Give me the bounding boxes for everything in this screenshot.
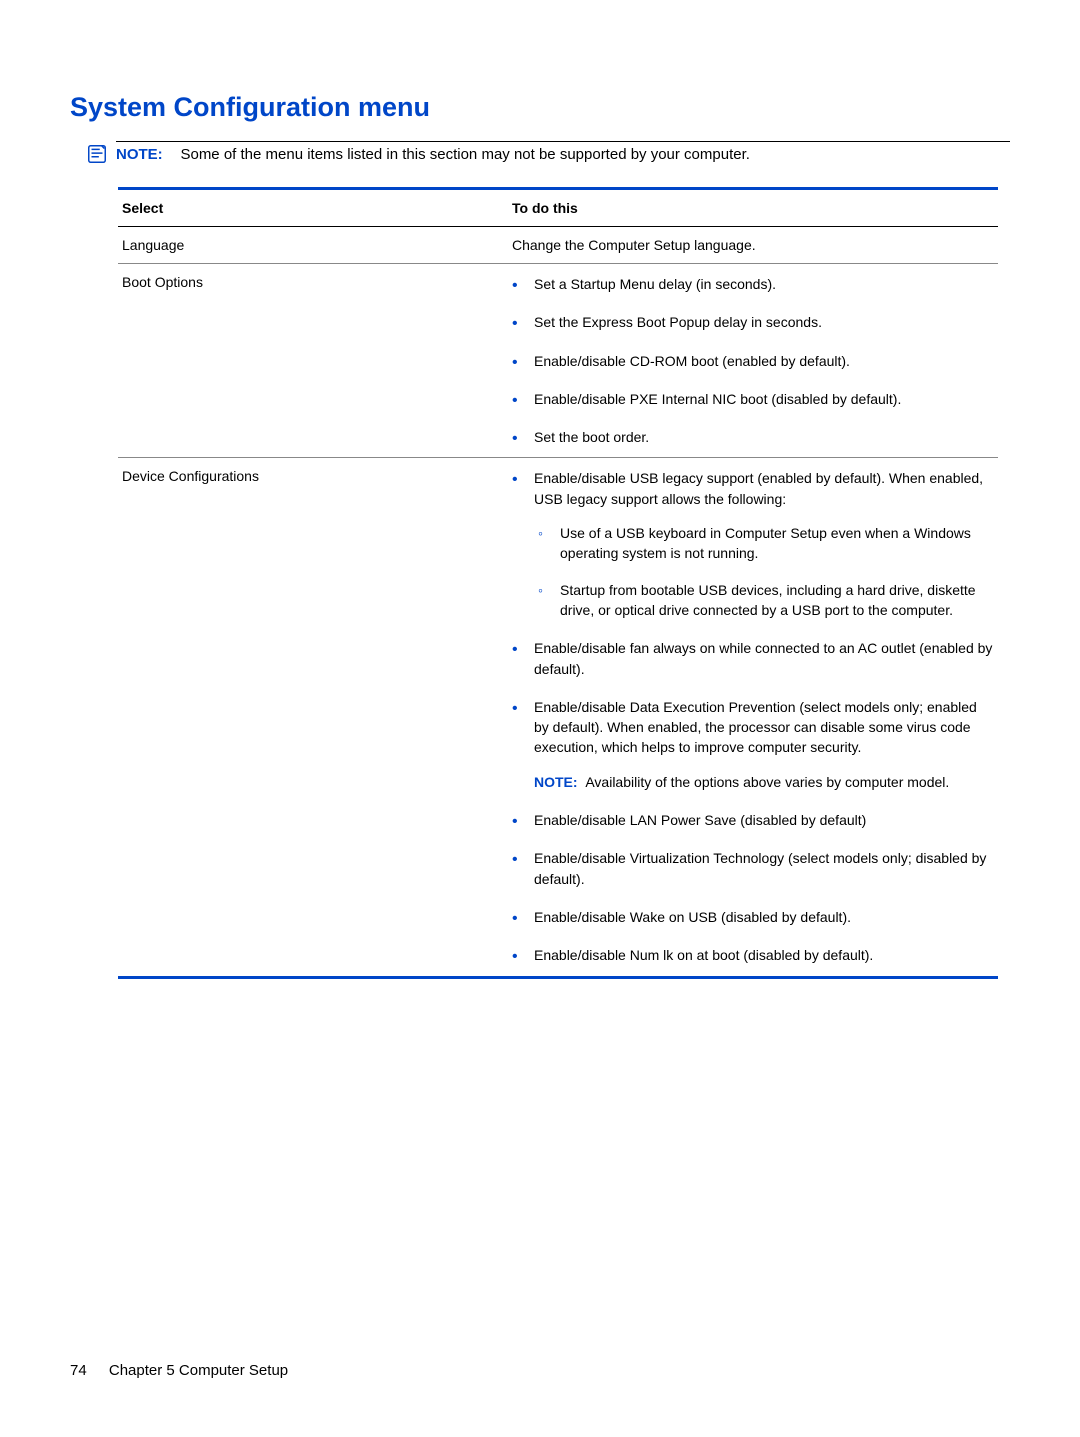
table-row: Boot OptionsSet a Startup Menu delay (in… [118,264,998,458]
bullet-list: Enable/disable USB legacy support (enabl… [512,468,994,965]
sub-list-item: Use of a USB keyboard in Computer Setup … [534,523,994,564]
list-item: Enable/disable LAN Power Save (disabled … [512,810,994,830]
note-label: NOTE: [116,146,163,163]
list-item: Set the boot order. [512,427,994,447]
note-text: Some of the menu items listed in this se… [180,146,749,163]
list-item: Set a Startup Menu delay (in seconds). [512,274,994,294]
note-icon [86,143,108,169]
col-header-select: Select [118,189,508,227]
bullet-list: Set a Startup Menu delay (in seconds). Se… [512,274,994,447]
list-item: Enable/disable fan always on while conne… [512,638,994,679]
select-cell: Language [118,227,508,264]
inline-note-text: Availability of the options above varies… [578,774,950,790]
todo-cell: Enable/disable USB legacy support (enabl… [508,458,998,977]
inline-note: NOTE: Availability of the options above … [534,772,994,792]
list-item: Enable/disable Data Execution Prevention… [512,697,994,792]
list-item: Enable/disable Wake on USB (disabled by … [512,907,994,927]
list-item: Enable/disable Virtualization Technology… [512,848,994,889]
list-item: Set the Express Boot Popup delay in seco… [512,312,994,332]
chapter-label: Chapter 5 Computer Setup [109,1362,288,1379]
top-note: NOTE: Some of the menu items listed in t… [86,141,1010,169]
page-footer: 74 Chapter 5 Computer Setup [70,1362,288,1379]
list-item: Enable/disable USB legacy support (enabl… [512,468,994,620]
page-number: 74 [70,1362,87,1379]
table-row: LanguageChange the Computer Setup langua… [118,227,998,264]
list-item: Enable/disable Num lk on at boot (disabl… [512,945,994,965]
table-row: Device ConfigurationsEnable/disable USB … [118,458,998,977]
select-cell: Device Configurations [118,458,508,977]
todo-cell: Change the Computer Setup language. [508,227,998,264]
list-item: Enable/disable PXE Internal NIC boot (di… [512,389,994,409]
section-heading: System Configuration menu [70,92,1010,123]
sub-list: Use of a USB keyboard in Computer Setup … [534,523,994,620]
inline-note-label: NOTE: [534,774,578,790]
todo-cell: Set a Startup Menu delay (in seconds). Se… [508,264,998,458]
config-table: Select To do this LanguageChange the Com… [118,187,998,979]
col-header-todo: To do this [508,189,998,227]
select-cell: Boot Options [118,264,508,458]
sub-list-item: Startup from bootable USB devices, inclu… [534,580,994,621]
list-item: Enable/disable CD-ROM boot (enabled by d… [512,351,994,371]
